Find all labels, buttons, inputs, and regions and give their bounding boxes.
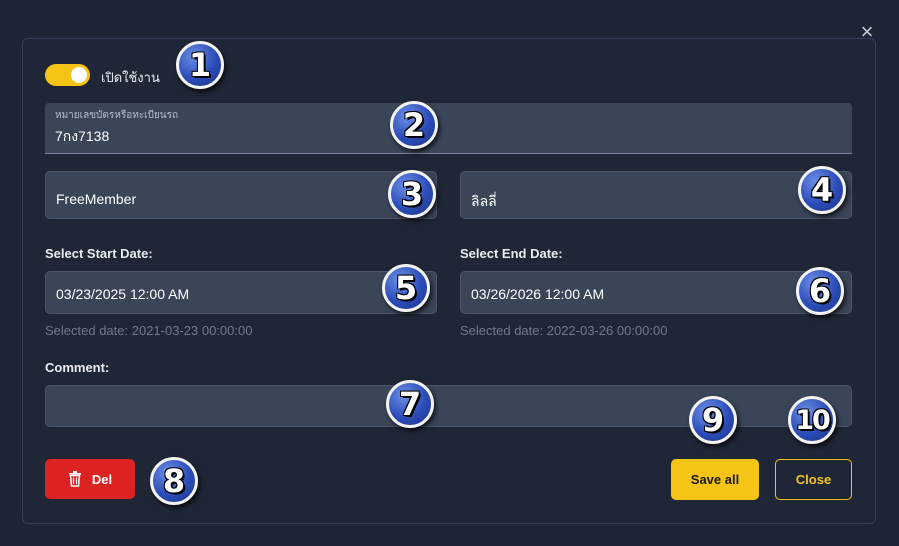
edit-member-modal: × เปิดใช้งาน หมายเลขบัตรหรือทะเบียนรถ 7ก… xyxy=(0,0,899,546)
plate-number-field[interactable]: หมายเลขบัตรหรือทะเบียนรถ 7กง7138 xyxy=(45,103,852,154)
start-date-helper: Selected date: 2021-03-23 00:00:00 xyxy=(45,323,253,338)
member-name-field[interactable]: ลิลลี่ xyxy=(460,171,852,219)
plate-number-value: 7กง7138 xyxy=(55,128,110,144)
callout-badge-9: 9 xyxy=(689,396,737,444)
enable-toggle[interactable] xyxy=(45,64,90,86)
callout-badge-4: 4 xyxy=(798,166,846,214)
delete-button-label: Del xyxy=(91,471,113,487)
callout-badge-5: 5 xyxy=(382,264,430,312)
callout-badge-1: 1 xyxy=(176,41,224,89)
callout-badge-2: 2 xyxy=(390,101,438,149)
enable-toggle-label: เปิดใช้งาน xyxy=(101,70,160,85)
end-date-value: 03/26/2026 12:00 AM xyxy=(471,286,605,302)
toggle-knob xyxy=(71,67,87,83)
callout-badge-7: 7 xyxy=(386,380,434,428)
callout-badge-10: 10 xyxy=(788,396,836,444)
delete-button[interactable]: Del xyxy=(45,459,135,499)
member-type-field[interactable]: FreeMember xyxy=(45,171,437,219)
end-date-label: Select End Date: xyxy=(460,246,563,261)
end-date-input[interactable]: 03/26/2026 12:00 AM xyxy=(460,271,852,314)
trash-icon xyxy=(68,471,81,487)
member-type-value: FreeMember xyxy=(56,191,137,207)
save-all-button[interactable]: Save all xyxy=(671,459,759,500)
callout-badge-6: 6 xyxy=(796,267,844,315)
callout-badge-3: 3 xyxy=(388,170,436,218)
start-date-value: 03/23/2025 12:00 AM xyxy=(56,286,190,302)
plate-number-label: หมายเลขบัตรหรือทะเบียนรถ xyxy=(55,110,179,121)
close-button-label: Close xyxy=(795,472,832,487)
comment-label: Comment: xyxy=(45,360,110,375)
save-all-label: Save all xyxy=(690,472,740,487)
member-name-value: ลิลลี่ xyxy=(471,193,497,209)
end-date-helper: Selected date: 2022-03-26 00:00:00 xyxy=(460,323,668,338)
callout-badge-8: 8 xyxy=(150,457,198,505)
close-button[interactable]: Close xyxy=(775,459,852,500)
start-date-input[interactable]: 03/23/2025 12:00 AM xyxy=(45,271,437,314)
start-date-label: Select Start Date: xyxy=(45,246,153,261)
